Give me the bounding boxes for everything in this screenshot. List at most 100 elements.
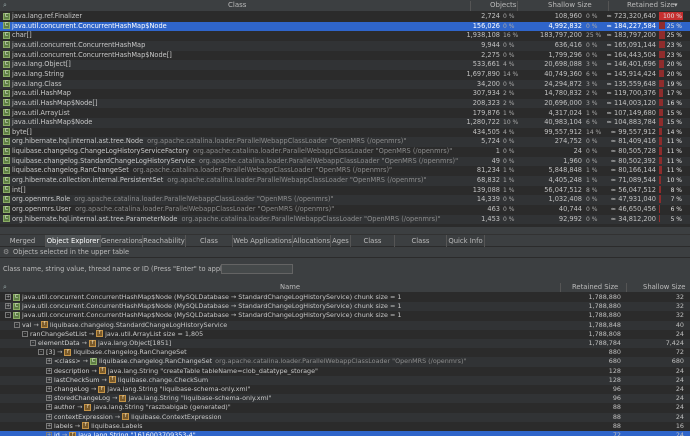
tree-row[interactable]: + Cjava.util.concurrent.ConcurrentHashMap…: [0, 302, 690, 312]
class-row[interactable]: Cjava.util.ArrayList 179,876 1 % 4,317,024 1…: [0, 108, 690, 119]
class-row[interactable]: Corg.hibernate.hql.internal.ast.tree.Par…: [0, 214, 690, 225]
class-row[interactable]: Cliquibase.changelog.ChangeLogHistorySer…: [0, 147, 690, 157]
field-icon: f: [96, 330, 104, 338]
tab-ages[interactable]: Ages: [331, 235, 351, 247]
shallow-percent: 3 %: [586, 61, 598, 69]
expand-toggle-icon[interactable]: -: [38, 349, 44, 356]
tree-row[interactable]: - val → f liquibase.changelog.StandardChange…: [0, 320, 690, 330]
class-row[interactable]: Cint[] 139,088 1 % 56,047,512 8 % ≈ 56,047,51…: [0, 185, 690, 196]
tab-class-loaders[interactable]: Class Loaders: [186, 235, 233, 257]
field-name: storedChangeLog: [54, 394, 111, 403]
class-row[interactable]: Corg.hibernate.collection.internal.Persi…: [0, 176, 690, 186]
tab-object-explorer[interactable]: Object Explorer: [46, 235, 101, 247]
class-loader: org.apache.catalina.loader.ParallelWebap…: [198, 156, 459, 165]
class-row[interactable]: Cjava.util.HashMap$Node 1,280,722 10 % 40,9…: [0, 118, 690, 128]
tree-row[interactable]: - elementData → f java.lang.Object[1851] 1,78…: [0, 339, 690, 349]
class-row[interactable]: Cbyte[] 434,505 4 % 99,557,912 14 % ≈ 99,557,…: [0, 127, 690, 138]
field-name: val: [22, 320, 32, 329]
tab-class-hierarchy[interactable]: Class Hierarchy: [395, 235, 447, 257]
search-icon[interactable]: ⌕: [3, 283, 7, 292]
tree-row[interactable]: + <class> → Cliquibase.changelog.RanChangeS…: [0, 357, 690, 367]
tree-row[interactable]: - ranChangeSetList → f java.util.ArrayList s…: [0, 329, 690, 339]
tree-row[interactable]: + id → f java.lang.String "1616003709353-4" 7…: [0, 431, 690, 436]
header-objects[interactable]: Objects: [490, 1, 516, 9]
objects-percent: 0 %: [503, 22, 515, 30]
tree-row[interactable]: + Cjava.util.concurrent.ConcurrentHashMap…: [0, 293, 690, 303]
expand-toggle-icon[interactable]: +: [46, 367, 52, 374]
expand-toggle-icon[interactable]: +: [46, 422, 52, 429]
header-lower-shallow[interactable]: Shallow Size: [643, 283, 685, 291]
shallow-percent: 3 %: [586, 80, 598, 88]
tree-row[interactable]: - [3] → f liquibase.changelog.RanChangeSet 88…: [0, 348, 690, 358]
header-shallow-size[interactable]: Shallow Size: [548, 1, 592, 9]
object-tree-table: ⌕ Name Retained Size Shallow Size + Cjava…: [0, 282, 690, 436]
tab-quick-info[interactable]: Quick Info: [447, 235, 485, 247]
expand-toggle-icon[interactable]: +: [5, 303, 11, 310]
retained-size: ≈ 164,443,504: [606, 50, 656, 59]
class-name: java.util.ArrayList: [12, 108, 70, 117]
class-icon: C: [3, 157, 10, 165]
search-icon[interactable]: ⌕: [3, 1, 7, 10]
class-row[interactable]: Cjava.util.concurrent.ConcurrentHashMap 9…: [0, 40, 690, 51]
expand-toggle-icon[interactable]: +: [46, 404, 52, 411]
expand-toggle-icon[interactable]: +: [46, 386, 52, 392]
object-shallow-size: 72: [675, 348, 684, 357]
class-row[interactable]: Cchar[] 1,938,108 16 % 183,797,200 25 % ≈ 183…: [0, 31, 690, 41]
shallow-size: 274,752: [554, 137, 582, 146]
gear-icon[interactable]: ⚙: [3, 248, 9, 256]
arrow-icon: →: [33, 320, 39, 329]
tree-row[interactable]: + changeLog → f java.lang.String "liquibase-…: [0, 385, 690, 395]
class-row[interactable]: Cjava.util.concurrent.ConcurrentHashMap$…: [0, 21, 690, 32]
tree-row[interactable]: + description → f java.lang.String "createTa…: [0, 366, 690, 376]
class-name: java.lang.Class: [12, 79, 62, 88]
header-retained-size[interactable]: Retained Size: [627, 1, 675, 9]
class-row[interactable]: Cjava.lang.Object[] 533,661 4 % 20,698,088 3…: [0, 60, 690, 70]
header-class[interactable]: Class: [228, 1, 246, 9]
expand-toggle-icon[interactable]: +: [46, 432, 52, 436]
expand-toggle-icon[interactable]: -: [22, 330, 28, 337]
class-row[interactable]: Cliquibase.changelog.RanChangeSet org.apa…: [0, 166, 690, 177]
class-row[interactable]: Cjava.lang.Class 34,200 0 % 24,294,872 3 % ≈ …: [0, 79, 690, 90]
expand-toggle-icon[interactable]: +: [5, 294, 11, 300]
retained-percent: 6 %: [670, 206, 682, 213]
tree-row[interactable]: + contextExpression → f liquibase.ContextExp…: [0, 412, 690, 422]
objects-count: 81,234: [476, 166, 500, 175]
expand-toggle-icon[interactable]: +: [46, 358, 52, 365]
shallow-size: 183,797,200: [540, 31, 582, 40]
class-row[interactable]: Cliquibase.changelog.StandardChangeLogHi…: [0, 156, 690, 167]
retained-percent: 17 %: [666, 90, 682, 98]
class-row[interactable]: Corg.hibernate.hql.internal.ast.tree.Nod…: [0, 137, 690, 148]
expand-toggle-icon[interactable]: +: [46, 413, 52, 420]
class-row[interactable]: Cjava.util.concurrent.ConcurrentHashMap$…: [0, 50, 690, 61]
header-lower-retained[interactable]: Retained Size: [572, 283, 618, 291]
class-row[interactable]: Corg.openmrs.Role org.apache.catalina.loa…: [0, 195, 690, 205]
tree-row[interactable]: + labels → f liquibase.Labels 88 16: [0, 421, 690, 431]
tab-reachability[interactable]: Reachability: [143, 235, 186, 247]
tree-row[interactable]: + storedChangeLog → f java.lang.String "liqu…: [0, 394, 690, 404]
tab-merged-paths[interactable]: Merged Paths: [0, 235, 46, 257]
class-row[interactable]: Cjava.lang.ref.Finalizer 2,724 0 % 108,960 0…: [0, 12, 690, 22]
expand-toggle-icon[interactable]: +: [46, 376, 52, 383]
expand-toggle-icon[interactable]: -: [14, 321, 20, 328]
tab-class-statics[interactable]: Class Statics: [351, 235, 395, 257]
tree-row[interactable]: - Cjava.util.concurrent.ConcurrentHashMap…: [0, 311, 690, 321]
tab-generations[interactable]: Generations: [101, 235, 143, 247]
tree-row[interactable]: + author → f java.lang.String "raszbabigab (…: [0, 403, 690, 413]
header-name[interactable]: Name: [280, 283, 300, 291]
expand-toggle-icon[interactable]: -: [30, 340, 36, 346]
class-row[interactable]: Cjava.util.HashMap$Node[] 208,323 2 % 20,69…: [0, 98, 690, 109]
tab-allocations[interactable]: Allocations: [293, 235, 331, 247]
shallow-size: 1,960: [563, 156, 582, 165]
tab-web-applications[interactable]: Web Applications: [233, 235, 293, 247]
shallow-size: 1,799,296: [548, 50, 582, 59]
class-row[interactable]: Cjava.lang.String 1,697,890 14 % 40,749,360…: [0, 69, 690, 80]
filter-input[interactable]: [221, 264, 293, 274]
tree-row[interactable]: + lastCheckSum → f liquibase.change.CheckSum…: [0, 375, 690, 385]
retained-percent: 11 %: [666, 157, 682, 165]
objects-count: 156,026: [472, 21, 500, 30]
class-row[interactable]: Corg.openmrs.User org.apache.catalina.loa…: [0, 205, 690, 215]
expand-toggle-icon[interactable]: +: [46, 395, 52, 402]
class-icon: C: [3, 195, 10, 203]
class-row[interactable]: Cjava.util.HashMap 307,934 2 % 14,780,832 2 …: [0, 89, 690, 99]
expand-toggle-icon[interactable]: -: [5, 312, 11, 319]
